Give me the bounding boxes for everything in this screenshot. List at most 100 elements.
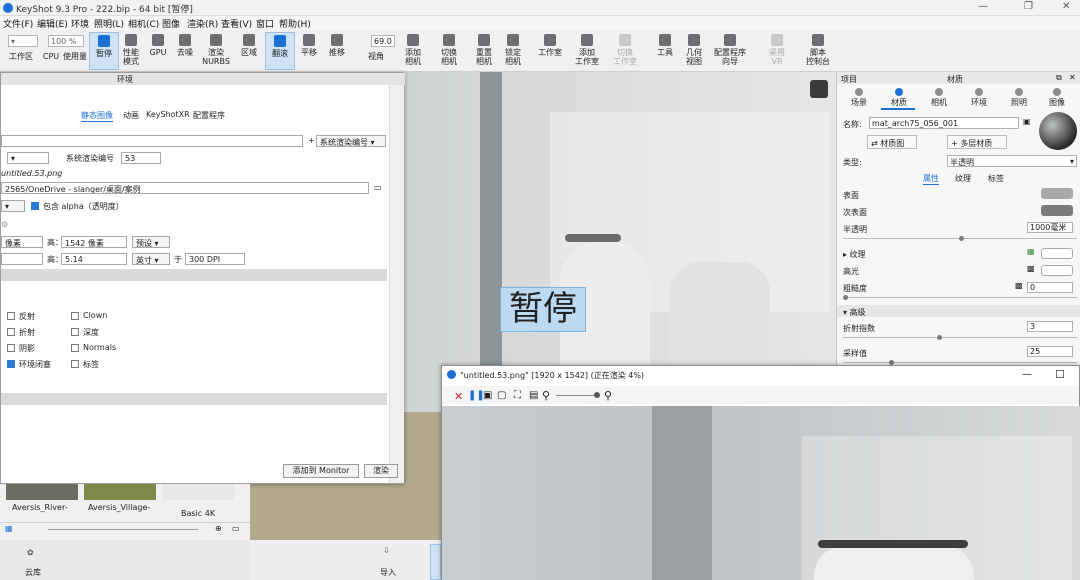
tab-configurator[interactable]: 配置程序 bbox=[193, 110, 225, 121]
samples-input[interactable]: 25 bbox=[1027, 346, 1073, 357]
switch-camera-button[interactable]: 切换 相机 bbox=[434, 32, 464, 66]
panel-close-icon[interactable]: ✕ bbox=[1069, 73, 1076, 82]
compare-icon[interactable]: ▤ bbox=[529, 390, 538, 401]
minimize-icon[interactable]: — bbox=[978, 1, 988, 12]
dpi-input[interactable]: 300 DPI bbox=[185, 253, 245, 265]
gpu-button[interactable]: GPU bbox=[143, 32, 173, 57]
menu-image[interactable]: 图像 bbox=[162, 17, 180, 30]
zoom-slider-knob[interactable] bbox=[594, 392, 600, 398]
material-name-input[interactable]: mat_arch75_056_001 bbox=[869, 117, 1019, 129]
pass-depth-checkbox[interactable] bbox=[71, 328, 79, 336]
tools-button[interactable]: 工具 bbox=[650, 32, 680, 57]
crop-icon[interactable]: ▢ bbox=[497, 390, 506, 401]
geometry-view-button[interactable]: 几何 视图 bbox=[679, 32, 709, 66]
close-icon[interactable]: ✕ bbox=[1062, 1, 1070, 12]
subsurface-color-swatch[interactable] bbox=[1041, 205, 1073, 216]
folder-icon[interactable]: ▭ bbox=[374, 183, 382, 192]
menu-file[interactable]: 文件(F) bbox=[3, 17, 33, 30]
folder-path-input[interactable]: 2565/OneDrive - slanger/桌面/案例 bbox=[1, 182, 369, 194]
dialog-scrollbar[interactable] bbox=[389, 85, 404, 483]
system-render-input[interactable]: 53 bbox=[121, 152, 161, 164]
switch-studio-button[interactable]: 切换 工作室 bbox=[608, 32, 642, 66]
format-dropdown[interactable]: ▾ bbox=[1, 200, 25, 212]
translucency-slider[interactable] bbox=[843, 236, 1077, 241]
info-icon[interactable]: ⚙ bbox=[1, 220, 8, 229]
tab-lighting[interactable]: 照明 bbox=[999, 86, 1039, 108]
roughness-input[interactable]: 0 bbox=[1027, 282, 1073, 293]
print-width-input[interactable] bbox=[1, 253, 43, 265]
cloud-library-label[interactable]: 云库 bbox=[25, 567, 41, 578]
zoom-slider[interactable] bbox=[556, 395, 596, 396]
env-thumb-river[interactable] bbox=[6, 484, 78, 500]
name-input[interactable] bbox=[1, 135, 303, 147]
subtab-properties[interactable]: 属性 bbox=[923, 173, 939, 185]
roughness-map-icon[interactable]: ▩ bbox=[1015, 281, 1023, 290]
pass-label-checkbox[interactable] bbox=[71, 360, 79, 368]
reset-camera-button[interactable]: 重置 相机 bbox=[469, 32, 499, 66]
width-input[interactable]: 像素 bbox=[1, 236, 43, 248]
roughness-slider[interactable] bbox=[843, 295, 1077, 300]
tab-animation[interactable]: 动画 bbox=[123, 110, 139, 121]
script-console-button[interactable]: 脚本 控制台 bbox=[801, 32, 835, 66]
tab-still-image[interactable]: 静态图像 bbox=[81, 110, 113, 122]
thumb-size-slider[interactable] bbox=[48, 529, 198, 530]
tab-keyshotxr[interactable]: KeyShotXR bbox=[146, 110, 190, 119]
zoom-out-icon[interactable]: ⚲ bbox=[542, 389, 550, 402]
samples-slider[interactable] bbox=[843, 360, 1077, 365]
height-inch-input[interactable]: 5.14 bbox=[61, 253, 127, 265]
include-alpha-checkbox[interactable] bbox=[31, 202, 39, 210]
pass-normals-checkbox[interactable] bbox=[71, 344, 79, 352]
grid-view-icon[interactable]: ▦ bbox=[5, 524, 13, 533]
menu-help[interactable]: 帮助(H) bbox=[279, 17, 311, 30]
workspace-select[interactable]: ▾ bbox=[8, 35, 38, 47]
pass-refraction-checkbox[interactable] bbox=[7, 328, 15, 336]
import-label[interactable]: 导入 bbox=[380, 567, 396, 578]
lock-camera-button[interactable]: 锁定 相机 bbox=[498, 32, 528, 66]
performance-mode-button[interactable]: 性能 模式 bbox=[116, 32, 146, 66]
folder-open-icon[interactable]: ▭ bbox=[232, 524, 240, 533]
add-icon[interactable]: ⊕ bbox=[215, 524, 222, 533]
specular-map-icon[interactable]: ▩ bbox=[1027, 264, 1035, 273]
pan-button[interactable]: 平移 bbox=[294, 32, 324, 57]
dolly-button[interactable]: 推移 bbox=[322, 32, 352, 57]
tab-environment[interactable]: 环境 bbox=[959, 86, 999, 108]
workspace-button[interactable]: 工作区 bbox=[6, 52, 36, 68]
pause-button[interactable]: 暂停 bbox=[89, 32, 119, 70]
specular-swatch[interactable] bbox=[1041, 265, 1073, 276]
unit-dropdown[interactable]: 英寸 ▾ bbox=[132, 253, 170, 265]
menu-environment[interactable]: 环境 bbox=[71, 17, 89, 30]
menu-edit[interactable]: 编辑(E) bbox=[37, 17, 68, 30]
import-icon[interactable]: ⇩ bbox=[383, 546, 390, 555]
tab-camera[interactable]: 相机 bbox=[919, 86, 959, 108]
denoise-button[interactable]: 去噪 bbox=[170, 32, 200, 57]
tumble-button[interactable]: 翻滚 bbox=[265, 32, 295, 70]
cloud-library-icon[interactable]: ✿ bbox=[27, 548, 34, 557]
render-minimize-icon[interactable]: — bbox=[1022, 369, 1032, 380]
section-bar-options[interactable] bbox=[1, 393, 387, 405]
fov-input[interactable]: 69.0 bbox=[371, 35, 395, 47]
env-thumb-village[interactable] bbox=[84, 484, 156, 500]
zoom-in-icon[interactable]: ⚲ bbox=[604, 389, 612, 402]
cpu-percent-select[interactable]: 100 % bbox=[48, 35, 84, 47]
keyshot-badge-icon[interactable] bbox=[810, 80, 828, 98]
frame-stepper[interactable]: ▾ bbox=[7, 152, 49, 164]
subtab-labels[interactable]: 标签 bbox=[988, 173, 1004, 184]
menu-render[interactable]: 渲染(R) bbox=[187, 17, 218, 30]
restore-icon[interactable]: ❐ bbox=[1024, 1, 1033, 12]
config-wizard-button[interactable]: 配置程序 向导 bbox=[712, 32, 748, 66]
surface-color-swatch[interactable] bbox=[1041, 188, 1073, 199]
tab-material[interactable]: 材质 bbox=[879, 86, 919, 108]
render-progress-canvas[interactable] bbox=[442, 406, 1080, 580]
menu-window[interactable]: 窗口 bbox=[256, 17, 274, 30]
add-camera-button[interactable]: 添加 相机 bbox=[398, 32, 428, 66]
ior-input[interactable]: 3 bbox=[1027, 321, 1073, 332]
env-thumb-basic[interactable] bbox=[162, 484, 234, 500]
plus-icon[interactable]: + bbox=[308, 136, 315, 145]
region-button[interactable]: 区域 bbox=[234, 32, 264, 57]
pass-clown-checkbox[interactable] bbox=[71, 312, 79, 320]
pass-reflection-checkbox[interactable] bbox=[7, 312, 15, 320]
translucency-input[interactable]: 1000毫米 bbox=[1027, 222, 1073, 233]
system-render-number-dropdown[interactable]: 系统渲染编号 ▾ bbox=[316, 135, 386, 147]
texture-swatch[interactable] bbox=[1041, 248, 1073, 259]
render-maximize-icon[interactable]: ☐ bbox=[1055, 368, 1065, 381]
